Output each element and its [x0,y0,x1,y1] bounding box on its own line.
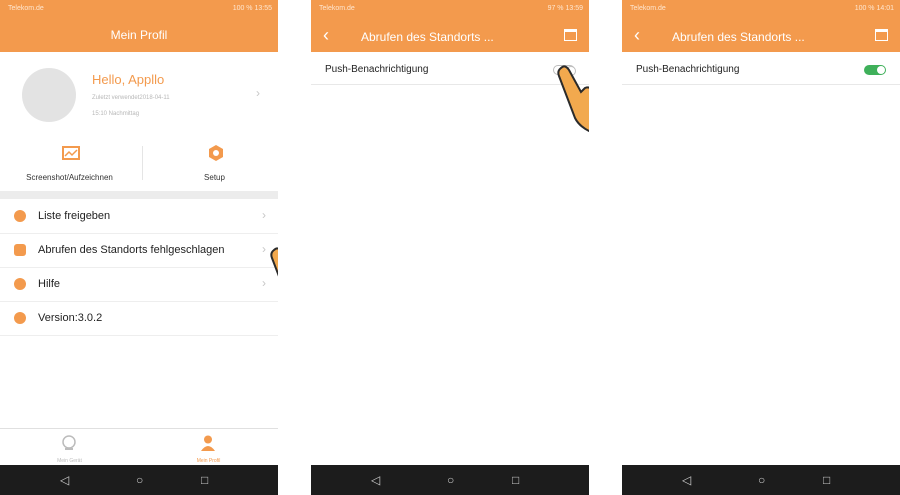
share-list-icon [14,210,26,222]
back-arrow-icon[interactable]: ‹ [323,26,329,44]
page-title: Abrufen des Standorts ... [672,30,805,44]
nav-recent-icon[interactable]: □ [823,473,830,487]
avatar [22,68,76,122]
calendar-icon[interactable] [564,29,577,41]
setup-label: Setup [204,173,225,182]
info-icon [14,312,26,324]
app-bar: Telekom.de 100 % 13:55 Mein Profil [0,0,278,52]
tab-my-device[interactable]: Mein Gerät [0,429,139,466]
nav-recent-icon[interactable]: □ [201,473,208,487]
section-separator [0,191,278,199]
setup-button[interactable]: Setup [145,140,278,188]
tap-hand-icon [557,65,589,132]
push-notification-label: Push-Benachrichtigung [636,64,740,75]
menu-item-label: Abrufen des Standorts fehlgeschlagen [38,244,225,256]
menu-item-label: Hilfe [38,278,61,290]
menu-item-version: Version:3.0.2 [0,301,278,336]
status-bar: Telekom.de 97 % 13:59 [311,0,589,18]
divider [142,146,143,180]
carrier-label: Telekom.de [630,5,666,12]
calendar-icon[interactable] [875,29,888,41]
nav-recent-icon[interactable]: □ [512,473,519,487]
chevron-right-icon[interactable]: › [256,86,260,100]
nav-home-icon[interactable]: ○ [447,473,454,487]
last-used-time: 15:10 Nachmittag [92,111,140,117]
tab-my-profile[interactable]: Mein Profil [139,429,278,466]
android-nav-bar: ◁ ○ □ [622,465,900,495]
menu-item-location-failed[interactable]: Abrufen des Standorts fehlgeschlagen › [0,233,278,268]
tab-label: Mein Profil [196,458,221,464]
page-title: Mein Profil [110,28,168,42]
menu-item-help[interactable]: Hilfe › [0,267,278,302]
battery-time: 100 % 13:55 [232,5,272,12]
menu-item-label: Version:3.0.2 [38,312,103,324]
status-bar: Telekom.de 100 % 14:01 [622,0,900,18]
nav-home-icon[interactable]: ○ [758,473,765,487]
phone-screen-location-on: Telekom.de 100 % 14:01 ‹ Abrufen des Sta… [622,0,900,495]
android-nav-bar: ◁ ○ □ [311,465,589,495]
carrier-label: Telekom.de [319,5,355,12]
help-icon [14,278,26,290]
push-notification-row: Push-Benachrichtigung [622,56,900,85]
location-failed-icon [14,244,26,256]
app-bar: Telekom.de 97 % 13:59 ‹ Abrufen des Stan… [311,0,589,52]
chevron-right-icon: › [262,208,266,222]
status-bar: Telekom.de 100 % 13:55 [0,0,278,18]
toggle-knob [877,66,885,74]
menu-item-label: Liste freigeben [38,210,111,222]
carrier-label: Telekom.de [8,5,44,12]
back-arrow-icon[interactable]: ‹ [634,26,640,44]
battery-time: 100 % 14:01 [854,5,894,12]
push-notification-row: Push-Benachrichtigung [311,56,589,85]
nav-back-icon[interactable]: ◁ [371,473,380,487]
tab-label: Mein Gerät [57,458,82,464]
nav-back-icon[interactable]: ◁ [682,473,691,487]
screenshot-icon [62,146,80,160]
nav-home-icon[interactable]: ○ [136,473,143,487]
app-bar: Telekom.de 100 % 14:01 ‹ Abrufen des Sta… [622,0,900,52]
push-notification-toggle[interactable] [864,65,886,75]
android-nav-bar: ◁ ○ □ [0,465,278,495]
last-used-date: Zuletzt verwendet2018-04-11 [92,95,170,101]
person-icon [201,435,215,451]
bottom-tab-bar: Mein Gerät Mein Profil [0,428,278,466]
device-icon [62,435,76,450]
nav-back-icon[interactable]: ◁ [60,473,69,487]
screenshot-record-button[interactable]: Screenshot/Aufzeichnen [0,140,139,188]
menu-item-share-list[interactable]: Liste freigeben › [0,199,278,234]
tap-hand-icon [270,247,278,277]
battery-time: 97 % 13:59 [547,5,583,12]
greeting: Hello, Appllo [92,72,165,87]
push-notification-label: Push-Benachrichtigung [325,64,429,75]
phone-screen-profile: Telekom.de 100 % 13:55 Mein Profil Hello… [0,0,278,495]
phone-screen-location-off: Telekom.de 97 % 13:59 ‹ Abrufen des Stan… [311,0,589,495]
page-title: Abrufen des Standorts ... [361,30,494,44]
gear-icon [209,145,223,161]
screenshot-label: Screenshot/Aufzeichnen [26,173,113,182]
